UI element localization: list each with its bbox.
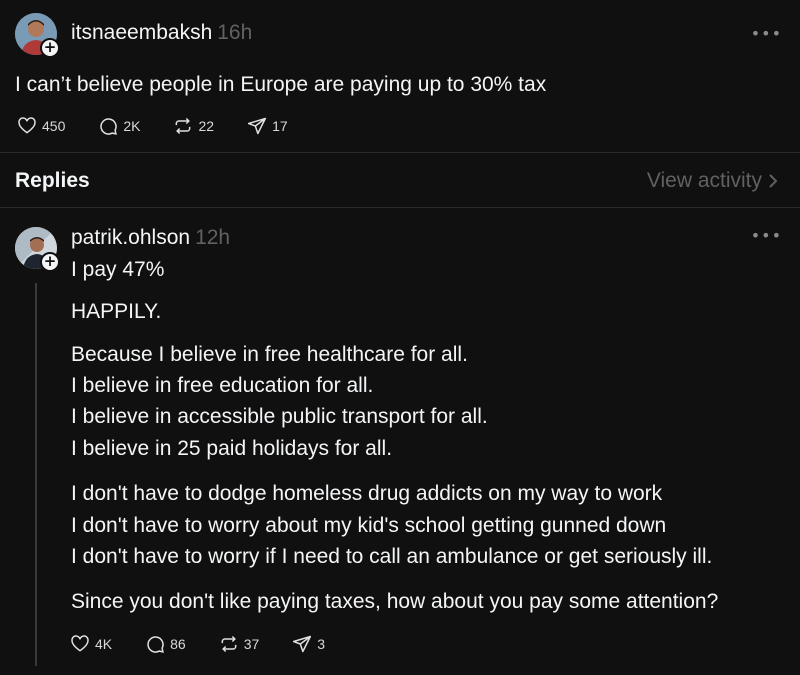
chevron-right-icon: [769, 174, 778, 188]
reply-line: I believe in accessible public transport…: [71, 405, 488, 428]
reply-repost-button[interactable]: 37: [219, 634, 260, 654]
reply-more-icon[interactable]: •••: [751, 226, 782, 245]
heart-icon: [71, 635, 89, 652]
reply-actions: 4K 86 37 3: [70, 634, 358, 654]
more-icon[interactable]: •••: [751, 24, 782, 43]
reply-line: Because I believe in free healthcare for…: [71, 343, 468, 366]
heart-icon: [18, 117, 36, 134]
reply-comment-count: 86: [170, 636, 186, 652]
reply-like-count: 4K: [95, 636, 113, 652]
follow-plus-icon[interactable]: +: [40, 38, 60, 58]
reply-share-button[interactable]: 3: [292, 634, 325, 654]
replies-bar: Replies View activity: [0, 153, 800, 208]
thread-line: [35, 283, 37, 666]
reply-time: 12h: [195, 226, 231, 249]
like-count: 450: [42, 118, 66, 134]
like-button[interactable]: 450: [17, 116, 65, 136]
repost-icon: [176, 117, 191, 135]
replies-title: Replies: [15, 169, 90, 192]
reply-repost-count: 37: [243, 636, 260, 652]
repost-icon: [221, 635, 237, 653]
reply-share-count: 3: [317, 636, 326, 652]
comment-button[interactable]: 2K: [98, 116, 140, 136]
reply-line: I don't have to worry about my kid's sch…: [71, 514, 667, 537]
reply-line: I don't have to dodge homeless drug addi…: [71, 482, 663, 505]
comment-icon: [147, 636, 165, 653]
comment-icon: [100, 118, 118, 135]
reply-line: I believe in free education for all.: [71, 374, 374, 397]
share-count: 17: [272, 118, 288, 134]
post-text: I can’t believe people in Europe are pay…: [15, 73, 547, 96]
main-post: + itsnaeembaksh 16h ••• I can’t believe …: [0, 0, 800, 153]
reply-line: I don't have to worry if I need to call …: [71, 545, 713, 568]
reply-like-button[interactable]: 4K: [70, 634, 112, 654]
repost-count: 22: [198, 118, 215, 134]
share-icon: [247, 117, 267, 135]
reply-line: HAPPILY.: [71, 300, 162, 323]
repost-button[interactable]: 22: [173, 116, 214, 136]
post-actions: 450 2K 22 17: [17, 116, 321, 136]
post-time: 16h: [217, 21, 253, 44]
reply-line: I believe in 25 paid holidays for all.: [71, 437, 393, 460]
view-activity-label: View activity: [646, 169, 762, 192]
reply-username[interactable]: patrik.ohlson: [71, 226, 190, 250]
reply-post: + patrik.ohlson 12h ••• I pay 47% HAPPIL…: [0, 208, 800, 674]
share-button[interactable]: 17: [247, 116, 288, 136]
post-username[interactable]: itsnaeembaksh: [71, 21, 212, 45]
reply-comment-button[interactable]: 86: [145, 634, 186, 654]
comment-count: 2K: [123, 118, 141, 134]
reply-follow-plus-icon[interactable]: +: [40, 252, 60, 272]
reply-line: I pay 47%: [71, 258, 165, 281]
reply-line: Since you don't like paying taxes, how a…: [71, 590, 719, 613]
share-icon: [293, 635, 312, 653]
view-activity-link[interactable]: View activity: [647, 169, 778, 193]
